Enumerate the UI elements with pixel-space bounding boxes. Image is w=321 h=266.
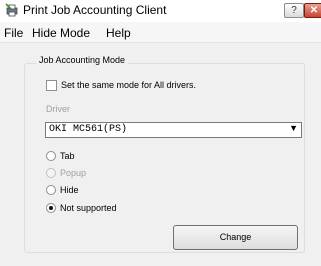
driver-label: Driver bbox=[46, 104, 70, 114]
menu-bar: File Hide Mode Help bbox=[0, 22, 321, 43]
printer-app-icon bbox=[5, 3, 18, 17]
radio-tab-label: Tab bbox=[60, 151, 75, 161]
radio-not-supported[interactable] bbox=[46, 203, 56, 213]
menu-file[interactable]: File bbox=[4, 26, 23, 40]
radio-hide[interactable] bbox=[46, 185, 56, 195]
radio-hide-label: Hide bbox=[60, 185, 79, 195]
title-bar: Print Job Accounting Client ? ✕ bbox=[0, 0, 321, 22]
menu-help[interactable]: Help bbox=[106, 26, 131, 40]
radio-popup bbox=[46, 168, 56, 178]
group-legend: Job Accounting Mode bbox=[36, 55, 129, 65]
change-button[interactable]: Change bbox=[173, 225, 298, 250]
driver-select-value: OKI MC561(PS) bbox=[49, 124, 128, 135]
same-mode-checkbox[interactable] bbox=[46, 80, 57, 91]
radio-tab[interactable] bbox=[46, 151, 56, 161]
close-button[interactable]: ✕ bbox=[304, 3, 321, 18]
menu-hide-mode[interactable]: Hide Mode bbox=[32, 26, 90, 40]
chevron-down-icon[interactable]: ▼ bbox=[289, 123, 298, 133]
driver-select[interactable]: OKI MC561(PS) ▼ bbox=[45, 122, 302, 138]
same-mode-label: Set the same mode for All drivers. bbox=[61, 80, 197, 90]
window-title: Print Job Accounting Client bbox=[23, 3, 167, 17]
radio-not-supported-label: Not supported bbox=[60, 203, 117, 213]
help-button[interactable]: ? bbox=[284, 3, 304, 18]
radio-popup-label: Popup bbox=[60, 168, 87, 178]
print-job-accounting-window: Print Job Accounting Client ? ✕ File Hid… bbox=[0, 0, 321, 266]
radio-selected-dot bbox=[49, 206, 53, 210]
